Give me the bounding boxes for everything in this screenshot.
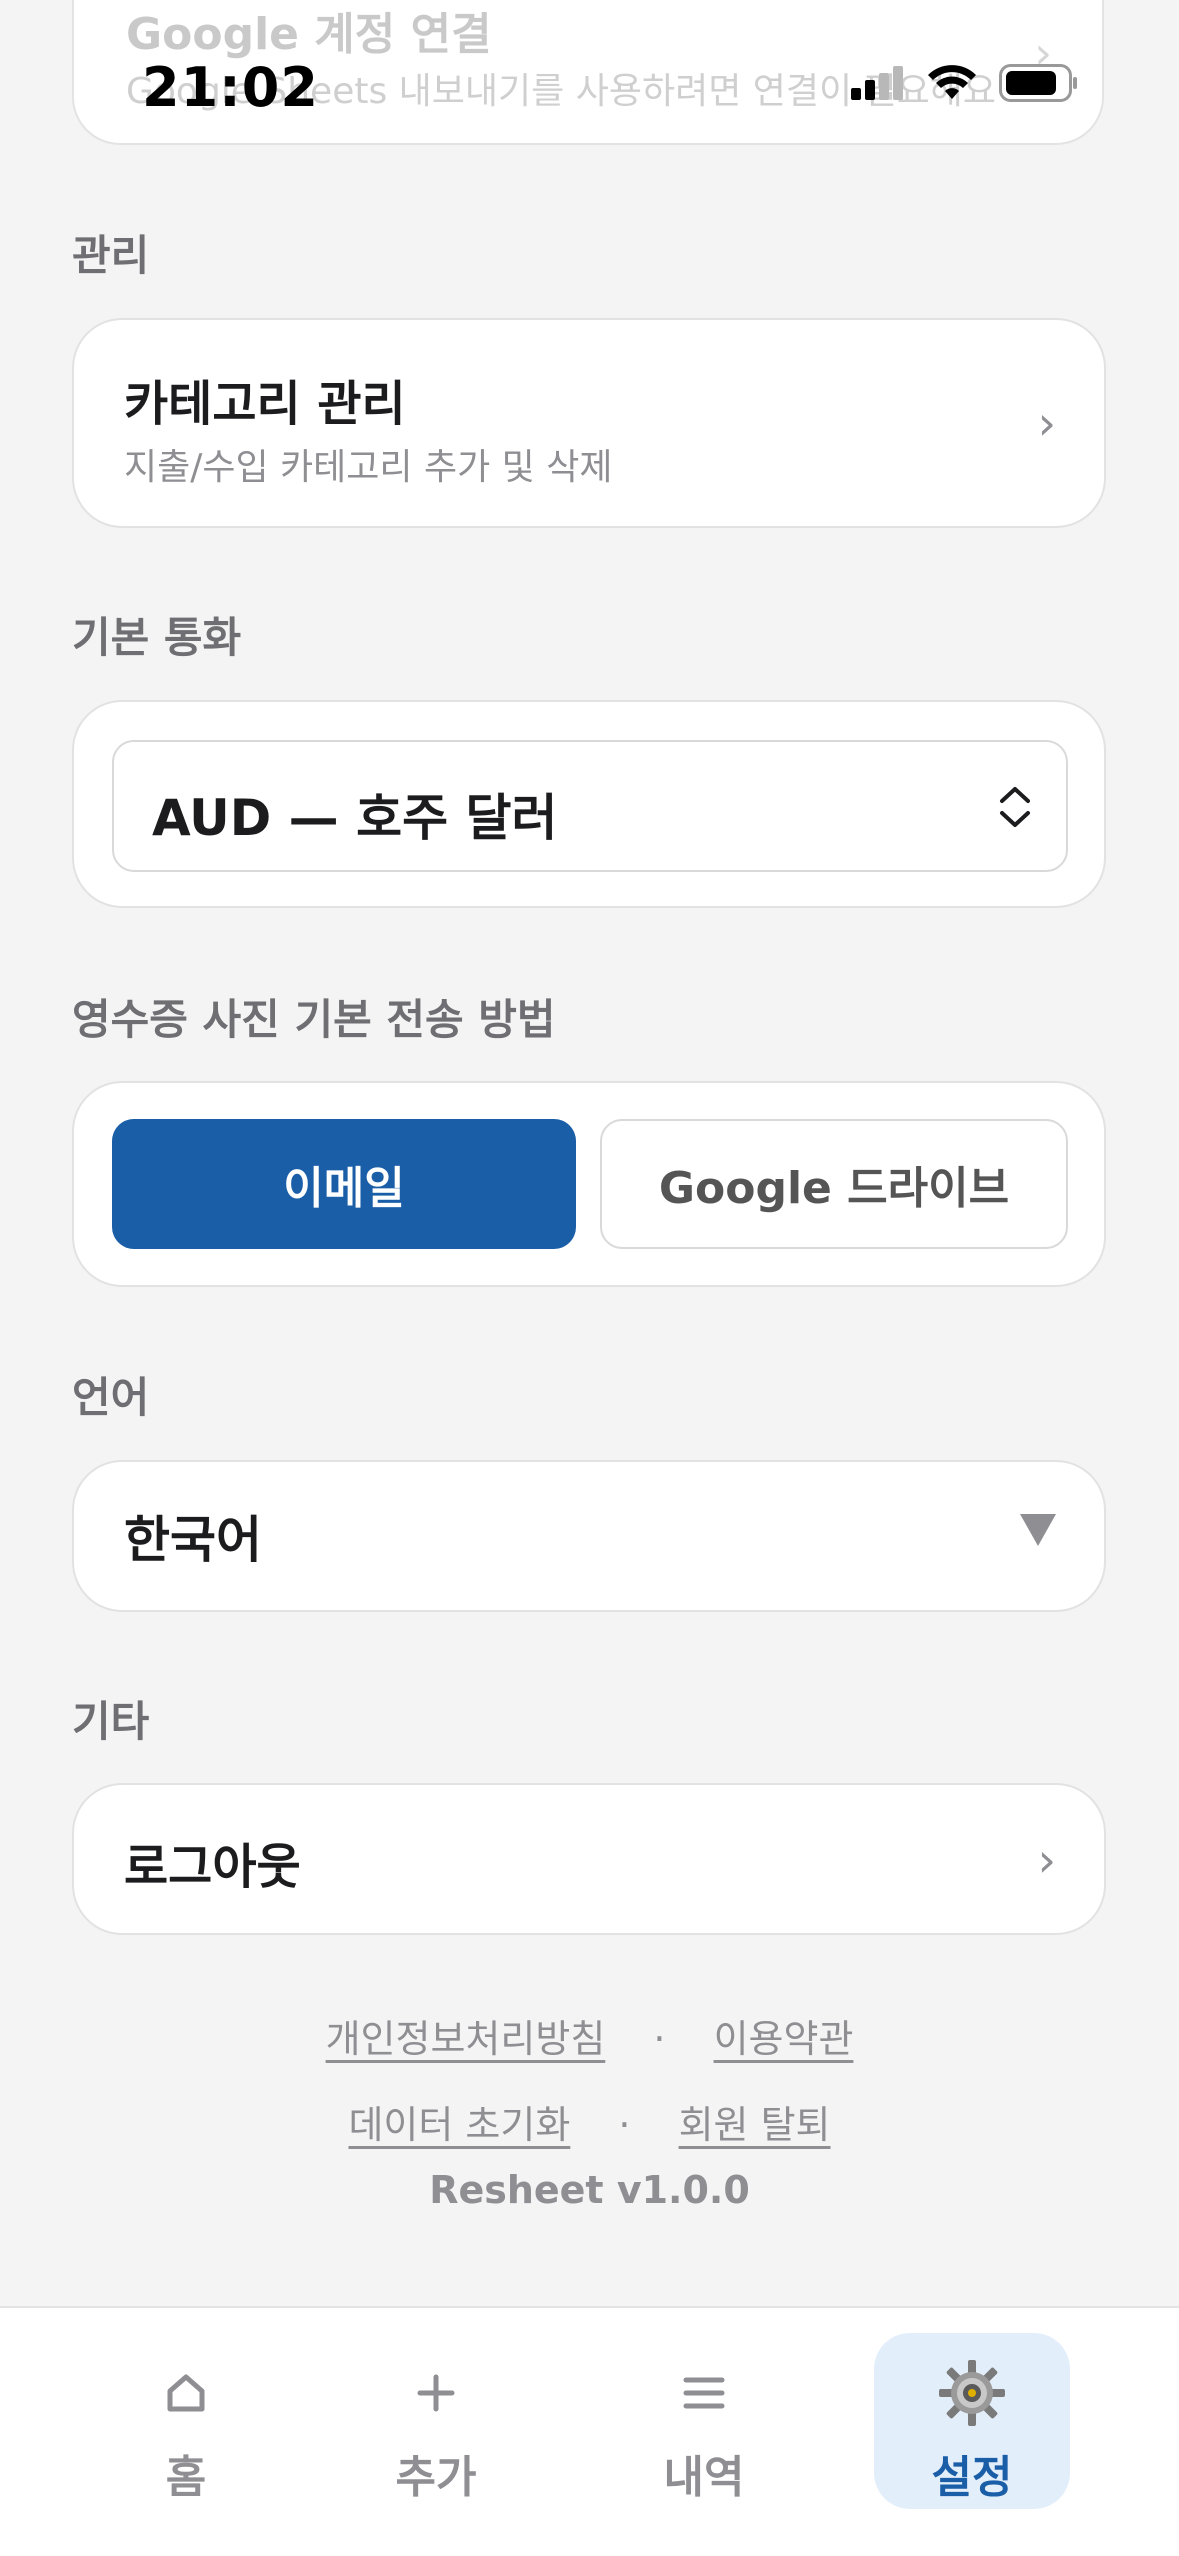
delete-account-link[interactable]: 회원 탈퇴 [679, 2103, 831, 2147]
currency-section-label: 기본 통화 [72, 613, 242, 662]
app-version: Resheet v1.0.0 [429, 2168, 750, 2212]
receipt-section-label: 영수증 사진 기본 전송 방법 [72, 995, 556, 1044]
currency-selected-value: AUD — 호주 달러 [152, 789, 558, 847]
manage-section-label: 관리 [72, 231, 150, 280]
other-section-label: 기타 [72, 1697, 150, 1746]
tab-home[interactable]: 홈 [88, 2333, 284, 2509]
reset-data-link[interactable]: 데이터 초기화 [348, 2103, 570, 2147]
settings-screen: Google 계정 연결 Google Sheets 내보내기를 사용하려면 연… [0, 0, 1179, 2556]
status-time: 21:02 [142, 56, 319, 119]
language-section-label: 언어 [72, 1373, 150, 1422]
tab-settings-label: 설정 [931, 2452, 1013, 2503]
email-option-button[interactable]: 이메일 [112, 1119, 576, 1249]
category-management-description: 지출/수입 카테고리 추가 및 삭제 [124, 447, 613, 488]
category-management-title: 카테고리 관리 [124, 376, 406, 432]
tab-history-label: 내역 [663, 2452, 745, 2503]
home-icon [88, 2361, 284, 2425]
status-icons [851, 64, 1079, 102]
plus-icon [338, 2361, 534, 2425]
privacy-policy-link[interactable]: 개인정보처리방침 [326, 2017, 606, 2061]
currency-card: AUD — 호주 달러 [72, 700, 1106, 908]
up-down-chevron-icon [1000, 787, 1030, 827]
footer-separator: · [618, 2103, 631, 2147]
footer-separator: · [653, 2017, 666, 2061]
footer-links-row-2: 데이터 초기화 · 회원 탈퇴 [0, 2094, 1179, 2149]
tab-history[interactable]: 내역 [606, 2333, 802, 2509]
wifi-icon [928, 65, 976, 99]
gear-icon [874, 2360, 1070, 2426]
bottom-tab-bar: 홈 추가 내역 설정 [0, 2306, 1179, 2556]
cellular-signal-icon [851, 66, 903, 100]
currency-select[interactable]: AUD — 호주 달러 [112, 740, 1068, 872]
category-management-row[interactable]: 카테고리 관리 지출/수입 카테고리 추가 및 삭제 › [72, 318, 1106, 528]
tab-home-label: 홈 [165, 2452, 207, 2503]
google-drive-option-button[interactable]: Google 드라이브 [600, 1119, 1068, 1249]
battery-icon [999, 64, 1077, 102]
language-selected-value: 한국어 [124, 1511, 262, 1569]
list-icon [606, 2361, 802, 2425]
language-select[interactable]: 한국어 [72, 1460, 1106, 1612]
logout-label: 로그아웃 [124, 1839, 301, 1895]
chevron-right-icon: › [1037, 396, 1056, 450]
tab-add-label: 추가 [395, 2452, 477, 2503]
terms-link[interactable]: 이용약관 [714, 2017, 854, 2061]
tab-add[interactable]: 추가 [338, 2333, 534, 2509]
receipt-method-card: 이메일 Google 드라이브 [72, 1081, 1106, 1287]
status-bar: 21:02 [0, 0, 1179, 170]
logout-row[interactable]: 로그아웃 › [72, 1783, 1106, 1935]
footer-links-row-1: 개인정보처리방침 · 이용약관 [0, 2008, 1179, 2063]
dropdown-arrow-icon [1020, 1514, 1056, 1546]
tab-settings[interactable]: 설정 [874, 2333, 1070, 2509]
chevron-right-icon: › [1037, 1833, 1056, 1887]
